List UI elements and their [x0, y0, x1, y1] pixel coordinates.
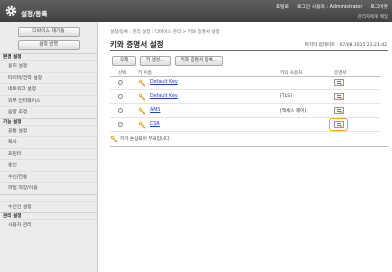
generate-key-button[interactable]: 키 생성... — [140, 56, 171, 66]
table-header: 선택 키 이름 키의 사용처 증명서 — [110, 69, 380, 77]
bottom-divider — [110, 146, 388, 147]
row-radio[interactable] — [118, 122, 123, 127]
table-row: CSR — [110, 118, 380, 132]
sidebar-item[interactable]: 송신 — [0, 159, 97, 171]
highlight-outline — [329, 118, 348, 131]
sidebar-item[interactable]: 공통 설정 — [0, 124, 97, 137]
sidebar-item[interactable]: 음량 조정 — [0, 106, 97, 118]
key-name-link[interactable]: Default Key — [150, 80, 178, 85]
restart-device-button[interactable]: 디바이스 재기동 — [17, 27, 80, 37]
key-table: 선택 키 이름 키의 사용처 증명서 Default Key Default K… — [110, 69, 380, 132]
delete-button[interactable]: 삭제 — [112, 56, 136, 66]
toolbar: 삭제 키 생성... 키와 증명서 등록... — [112, 56, 224, 66]
table-row: Default Key [TLS] — [110, 90, 380, 104]
legend-text: 키가 손상되어 무효입니다. — [120, 137, 171, 142]
top-links: 포털로 로그인 사용자 : Administrator 로그아웃 — [276, 3, 388, 10]
sidebar-section-head: 환경 설정 — [0, 53, 97, 60]
key-icon — [138, 107, 146, 115]
key-name-link[interactable]: Default Key — [150, 94, 178, 99]
row-radio[interactable] — [118, 108, 123, 113]
sidebar-item[interactable]: 복사 — [0, 136, 97, 148]
key-name-link[interactable]: AMS — [150, 108, 160, 113]
key-icon — [138, 79, 146, 87]
key-name-link[interactable]: CSR — [150, 122, 160, 127]
sidebar-item[interactable]: 타이머/전력 설정 — [0, 71, 97, 84]
row-radio[interactable] — [118, 80, 123, 85]
damaged-key-icon — [110, 135, 118, 143]
last-updated: 마지막 업데이트 : 07/08 2015 21:21:42 — [304, 43, 387, 48]
sidebar-item[interactable]: 외부 인터페이스 — [0, 94, 97, 107]
apply-settings-button[interactable]: 설정 반영 — [17, 40, 80, 50]
sidebar-item[interactable]: 네트워크 설정 — [0, 83, 97, 95]
logout-link[interactable]: 로그아웃 — [370, 3, 388, 10]
app-title: 설정/등록 — [21, 10, 48, 18]
mail-admin-link[interactable]: 관리자에게 메일 — [358, 14, 388, 20]
key-icon — [138, 93, 146, 101]
sidebar-item[interactable]: 수신인 설정 — [0, 200, 97, 213]
certificate-icon[interactable] — [334, 107, 344, 114]
portal-link[interactable]: 포털로 — [276, 3, 289, 10]
sidebar-item[interactable]: 용지 설정 — [0, 60, 97, 72]
table-row: Default Key — [110, 76, 380, 90]
key-user: [액세스 제어] — [280, 109, 307, 114]
key-icon — [138, 121, 146, 129]
sidebar: 디바이스 재기동 설정 반영 환경 설정 용지 설정 타이머/전력 설정 네트워크 설… — [0, 22, 98, 272]
main-content: 설정/등록 : 관리 설정 : 디바이스 관리 > 키와 증명서 설정 키와 증… — [99, 22, 392, 272]
sidebar-section-head: 관리 설정 — [0, 212, 97, 219]
certificate-icon[interactable] — [334, 93, 344, 100]
sidebar-item[interactable]: 수신/전송 — [0, 170, 97, 183]
register-key-button[interactable]: 키와 증명서 등록... — [174, 56, 224, 66]
sidebar-item[interactable]: 프린터 — [0, 147, 97, 160]
title-divider — [110, 50, 388, 51]
row-radio[interactable] — [118, 94, 123, 99]
certificate-icon[interactable] — [334, 79, 344, 86]
sidebar-item[interactable]: 사용자 관리 — [0, 219, 97, 231]
sidebar-section-head: 기능 설정 — [0, 117, 97, 125]
gear-icon — [5, 5, 17, 17]
sidebar-section-head — [0, 193, 97, 201]
table-row: AMS [액세스 제어] — [110, 104, 380, 118]
key-user: [TLS] — [280, 94, 292, 99]
sidebar-item[interactable]: 파일 저장/이용 — [0, 182, 97, 194]
page-title: 키와 증명서 설정 — [110, 40, 164, 49]
login-user-label: 로그인 사용자 : Administrator — [296, 5, 363, 10]
breadcrumb: 설정/등록 : 관리 설정 : 디바이스 관리 > 키와 증명서 설정 — [110, 30, 220, 35]
sidebar-menu: 환경 설정 용지 설정 타이머/전력 설정 네트워크 설정 외부 인터페이스 음량 조정 기… — [0, 53, 97, 231]
app-header: 설정/등록 포털로 로그인 사용자 : Administrator 로그아웃 관… — [0, 0, 392, 22]
